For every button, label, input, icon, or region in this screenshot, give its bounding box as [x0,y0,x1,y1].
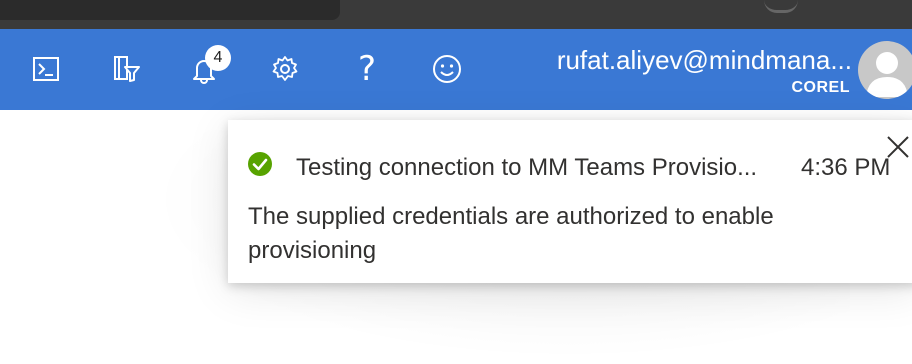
browser-control-edge [764,0,798,13]
settings-gear-icon [272,56,298,81]
help-icon: ? [357,49,377,89]
cloud-shell-icon [33,57,59,81]
notification-toast[interactable]: Testing connection to MM Teams Provisio.… [228,120,912,283]
directory-filter-icon [114,56,140,82]
settings-button[interactable] [261,45,309,93]
notification-count-badge: 4 [205,45,231,71]
notifications-button[interactable]: 4 [180,45,231,93]
close-icon [887,136,909,158]
toast-close-button[interactable] [883,132,912,162]
feedback-smiley-icon [433,55,461,83]
avatar[interactable] [858,41,912,99]
help-button[interactable]: ? [343,45,391,93]
feedback-button[interactable] [423,45,471,93]
account-email: rufat.aliyev@mindmana... [556,45,852,75]
toast-title: Testing connection to MM Teams Provisio.… [296,154,758,181]
portal-header: 4 ? rufat.aliyev@mindmana... COREL [0,29,912,110]
browser-top-strip [0,0,912,29]
account-tenant: COREL [791,79,850,96]
cloud-shell-button[interactable] [22,45,70,93]
account-menu[interactable]: rufat.aliyev@mindmana... COREL [500,41,852,103]
success-check-icon [248,152,272,176]
user-avatar-icon [866,52,908,97]
toast-message: The supplied credentials are authorized … [248,203,774,264]
directory-filter-button[interactable] [102,45,150,93]
browser-tab-edge [0,0,340,20]
toast-timestamp: 4:36 PM [801,154,891,181]
